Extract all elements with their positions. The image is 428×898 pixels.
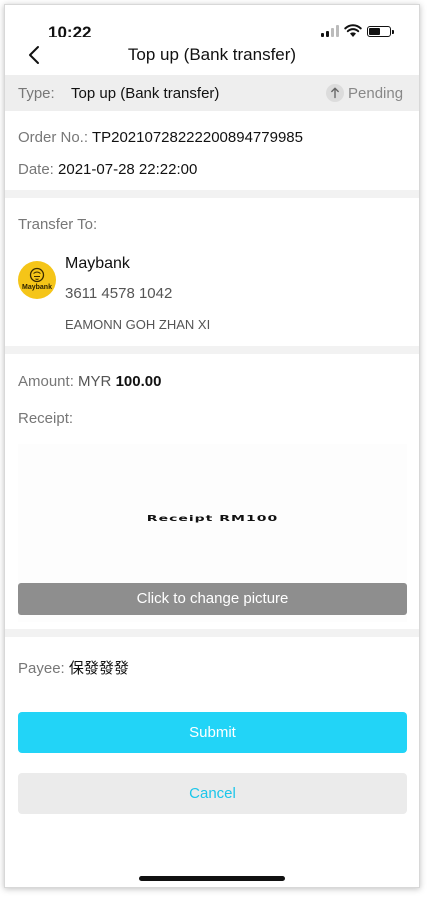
type-row: Type: Top up (Bank transfer) Pending [5, 75, 419, 111]
payee-row: Payee: 保發發發 [18, 657, 129, 678]
type-label: Type: [18, 85, 55, 102]
currency: MYR [78, 373, 112, 390]
cellular-signal-icon [321, 25, 339, 37]
type-value: Top up (Bank transfer) [71, 85, 220, 102]
transfer-to-label: Transfer To: [18, 216, 98, 233]
payee-value: 保發發發 [68, 660, 129, 677]
order-date-row: Date: 2021-07-28 22:22:00 [18, 161, 197, 178]
status-bar: 10:22 [5, 5, 419, 42]
order-number-label: Order No.: [18, 129, 89, 146]
transfer-to-card: Transfer To: Maybank Maybank 3611 4578 1… [5, 198, 419, 346]
bank-name: Maybank [65, 255, 130, 272]
amount-row: Amount: MYR 100.00 [18, 373, 161, 390]
order-date-value: 2021-07-28 22:22:00 [58, 161, 198, 178]
navigation-bar: Top up (Bank transfer) [5, 37, 419, 75]
tiger-head-icon [29, 267, 45, 283]
page-title: Top up (Bank transfer) [127, 45, 297, 64]
account-name: EAMONN GOH ZHAN XI [65, 317, 211, 332]
payee-label: Payee: [18, 660, 65, 677]
wifi-icon [344, 24, 362, 37]
account-number: 3611 4578 1042 [65, 285, 173, 302]
amount-label: Amount: [18, 373, 74, 390]
pending-arrow-icon [326, 84, 344, 102]
change-picture-button[interactable]: Click to change picture [18, 583, 407, 615]
submit-button[interactable]: Submit [18, 712, 407, 753]
order-date-label: Date: [18, 161, 54, 178]
maybank-logo: Maybank [18, 261, 56, 299]
payment-card: Amount: MYR 100.00 Receipt: Receipt RM10… [5, 354, 419, 629]
order-number-value: TP20210728222200894779985 [91, 129, 303, 146]
cancel-button[interactable]: Cancel [18, 773, 407, 814]
status-badge: Pending [348, 85, 404, 102]
order-info-card: Order No.: TP20210728222200894779985 Dat… [5, 111, 419, 190]
maybank-logo-text: Maybank [22, 284, 52, 291]
order-number-row: Order No.: TP20210728222200894779985 [18, 129, 303, 146]
amount-value: 100.00 [115, 373, 162, 390]
phone-screen: 10:22 Top up (Bank transfer) Type: Top u… [4, 4, 420, 888]
battery-icon [367, 26, 394, 37]
payee-card: Payee: 保發發發 [5, 637, 419, 887]
receipt-label: Receipt: [18, 410, 74, 427]
receipt-image-text: Receipt RM100 [146, 514, 279, 524]
home-indicator[interactable] [139, 876, 285, 881]
